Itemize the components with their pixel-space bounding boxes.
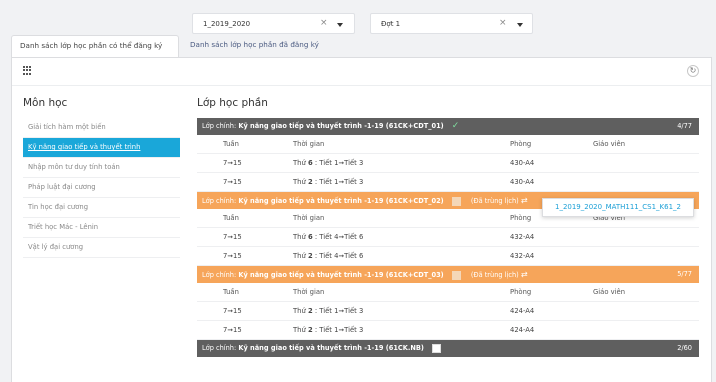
cell-week: 7➞15 <box>223 159 242 167</box>
table-header-row: Tuần Thời gian Phòng Giáo viên <box>197 135 699 154</box>
group-prefix: Lớp chính: <box>202 197 237 205</box>
select-checkbox[interactable] <box>432 343 442 353</box>
table-row: 7➞15 Thứ 6 : Tiết 1➞Tiết 3 430-A4 <box>197 154 699 173</box>
clear-year-icon[interactable]: × <box>320 18 328 28</box>
table-header-row: Tuần Thời gian Phòng Giáo viên <box>197 283 699 302</box>
group-prefix: Lớp chính: <box>202 344 237 352</box>
col-week: Tuần <box>223 214 239 222</box>
subject-item-selected[interactable]: Kỹ năng giao tiếp và thuyết trình <box>23 138 180 158</box>
chevron-down-icon[interactable] <box>337 23 343 27</box>
cell-week: 7➞15 <box>223 307 242 315</box>
subject-item[interactable]: Giải tích hàm một biến <box>23 118 180 138</box>
conflict-label: (Đã trùng lịch) <box>470 197 519 205</box>
subject-item[interactable]: Tin học đại cương <box>23 198 180 218</box>
group-count: 5/77 <box>677 270 692 278</box>
registration-panel: ↻ Môn học Giải tích hàm một biến Kỹ năng… <box>11 57 712 382</box>
cell-room: 424-A4 <box>510 326 535 334</box>
col-teacher: Giáo viên <box>593 140 626 148</box>
cell-time: Thứ 2 : Tiết 1➞Tiết 3 <box>293 178 364 186</box>
col-time: Thời gian <box>293 140 325 148</box>
class-groups: Lớp chính: Kỹ năng giao tiếp và thuyết t… <box>197 118 699 357</box>
subject-list: Giải tích hàm một biến Kỹ năng giao tiếp… <box>23 118 180 258</box>
table-row: 7➞15 Thứ 2 : Tiết 1➞Tiết 3 424-A4 <box>197 321 699 340</box>
group-name: Kỹ năng giao tiếp và thuyết trình -1-19 … <box>238 122 444 130</box>
select-checkbox[interactable] <box>451 196 461 206</box>
col-teacher: Giáo viên <box>593 288 626 296</box>
subject-item[interactable]: Nhập môn tư duy tính toán <box>23 158 180 178</box>
group-name: Kỹ năng giao tiếp và thuyết trình -1-19 … <box>238 197 444 205</box>
subject-item[interactable]: Pháp luật đại cương <box>23 178 180 198</box>
table-row: 7➞15 Thứ 2 : Tiết 1➞Tiết 3 424-A4 <box>197 302 699 321</box>
cell-week: 7➞15 <box>223 326 242 334</box>
link-icon: ⇄ <box>520 270 528 279</box>
group-prefix: Lớp chính: <box>202 122 237 130</box>
cell-room: 432-A4 <box>510 233 535 241</box>
group-count: 4/77 <box>677 122 692 130</box>
cell-time: Thứ 6 : Tiết 1➞Tiết 3 <box>293 159 364 167</box>
class-group-header[interactable]: Lớp chính: Kỹ năng giao tiếp và thuyết t… <box>197 340 699 357</box>
checkmark-icon: ✓ <box>451 121 460 131</box>
class-group-header[interactable]: Lớp chính: Kỹ năng giao tiếp và thuyết t… <box>197 266 699 283</box>
year-select[interactable]: 1_2019_2020 × <box>192 13 355 34</box>
tab-registrable-classes[interactable]: Danh sách lớp học phần có thể đăng ký <box>11 35 179 57</box>
link-icon: ⇄ <box>520 196 528 205</box>
cell-time: Thứ 2 : Tiết 4➞Tiết 6 <box>293 252 364 260</box>
cell-week: 7➞15 <box>223 233 242 241</box>
group-prefix: Lớp chính: <box>202 271 237 279</box>
subject-item[interactable]: Vật lý đại cương <box>23 238 180 258</box>
subjects-title: Môn học <box>23 97 68 109</box>
table-row: 7➞15 Thứ 6 : Tiết 4➞Tiết 6 432-A4 <box>197 228 699 247</box>
grid-menu-icon[interactable] <box>23 66 32 75</box>
subject-item[interactable]: Triết học Mác - Lênin <box>23 218 180 238</box>
col-time: Thời gian <box>293 214 325 222</box>
tab-registered-classes[interactable]: Danh sách lớp học phần đã đăng ký <box>182 35 327 57</box>
conflict-label: (Đã trùng lịch) <box>470 271 519 279</box>
col-room: Phòng <box>510 140 532 148</box>
col-week: Tuần <box>223 140 239 148</box>
cell-room: 432-A4 <box>510 252 535 260</box>
class-group-header[interactable]: Lớp chính: Kỹ năng giao tiếp và thuyết t… <box>197 118 699 135</box>
chevron-down-icon[interactable] <box>517 23 523 27</box>
cell-room: 430-A4 <box>510 159 535 167</box>
cell-time: Thứ 2 : Tiết 1➞Tiết 3 <box>293 326 364 334</box>
class-code-tooltip: 1_2019_2020_MATH111_CS1_K61_2 <box>542 198 694 217</box>
panel-toolbar: ↻ <box>12 58 711 86</box>
select-checkbox[interactable] <box>451 270 461 280</box>
term-select-value: Đợt 1 <box>381 20 401 28</box>
table-row: 7➞15 Thứ 2 : Tiết 4➞Tiết 6 432-A4 <box>197 247 699 266</box>
classes-title: Lớp học phần <box>197 97 268 109</box>
group-name: Kỹ năng giao tiếp và thuyết trình -1-19 … <box>238 271 444 279</box>
cell-time: Thứ 2 : Tiết 1➞Tiết 3 <box>293 307 364 315</box>
col-room: Phòng <box>510 288 532 296</box>
col-week: Tuần <box>223 288 239 296</box>
cell-room: 430-A4 <box>510 178 535 186</box>
year-select-value: 1_2019_2020 <box>203 20 251 28</box>
col-room: Phòng <box>510 214 532 222</box>
refresh-icon[interactable]: ↻ <box>687 65 699 77</box>
group-name: Kỹ năng giao tiếp và thuyết trình -1-19 … <box>238 344 424 352</box>
table-row: 7➞15 Thứ 2 : Tiết 1➞Tiết 3 430-A4 <box>197 173 699 192</box>
cell-week: 7➞15 <box>223 252 242 260</box>
term-select[interactable]: Đợt 1 × <box>370 13 533 34</box>
cell-time: Thứ 6 : Tiết 4➞Tiết 6 <box>293 233 364 241</box>
cell-week: 7➞15 <box>223 178 242 186</box>
cell-room: 424-A4 <box>510 307 535 315</box>
col-time: Thời gian <box>293 288 325 296</box>
group-count: 2/60 <box>677 344 692 352</box>
clear-term-icon[interactable]: × <box>499 18 507 28</box>
